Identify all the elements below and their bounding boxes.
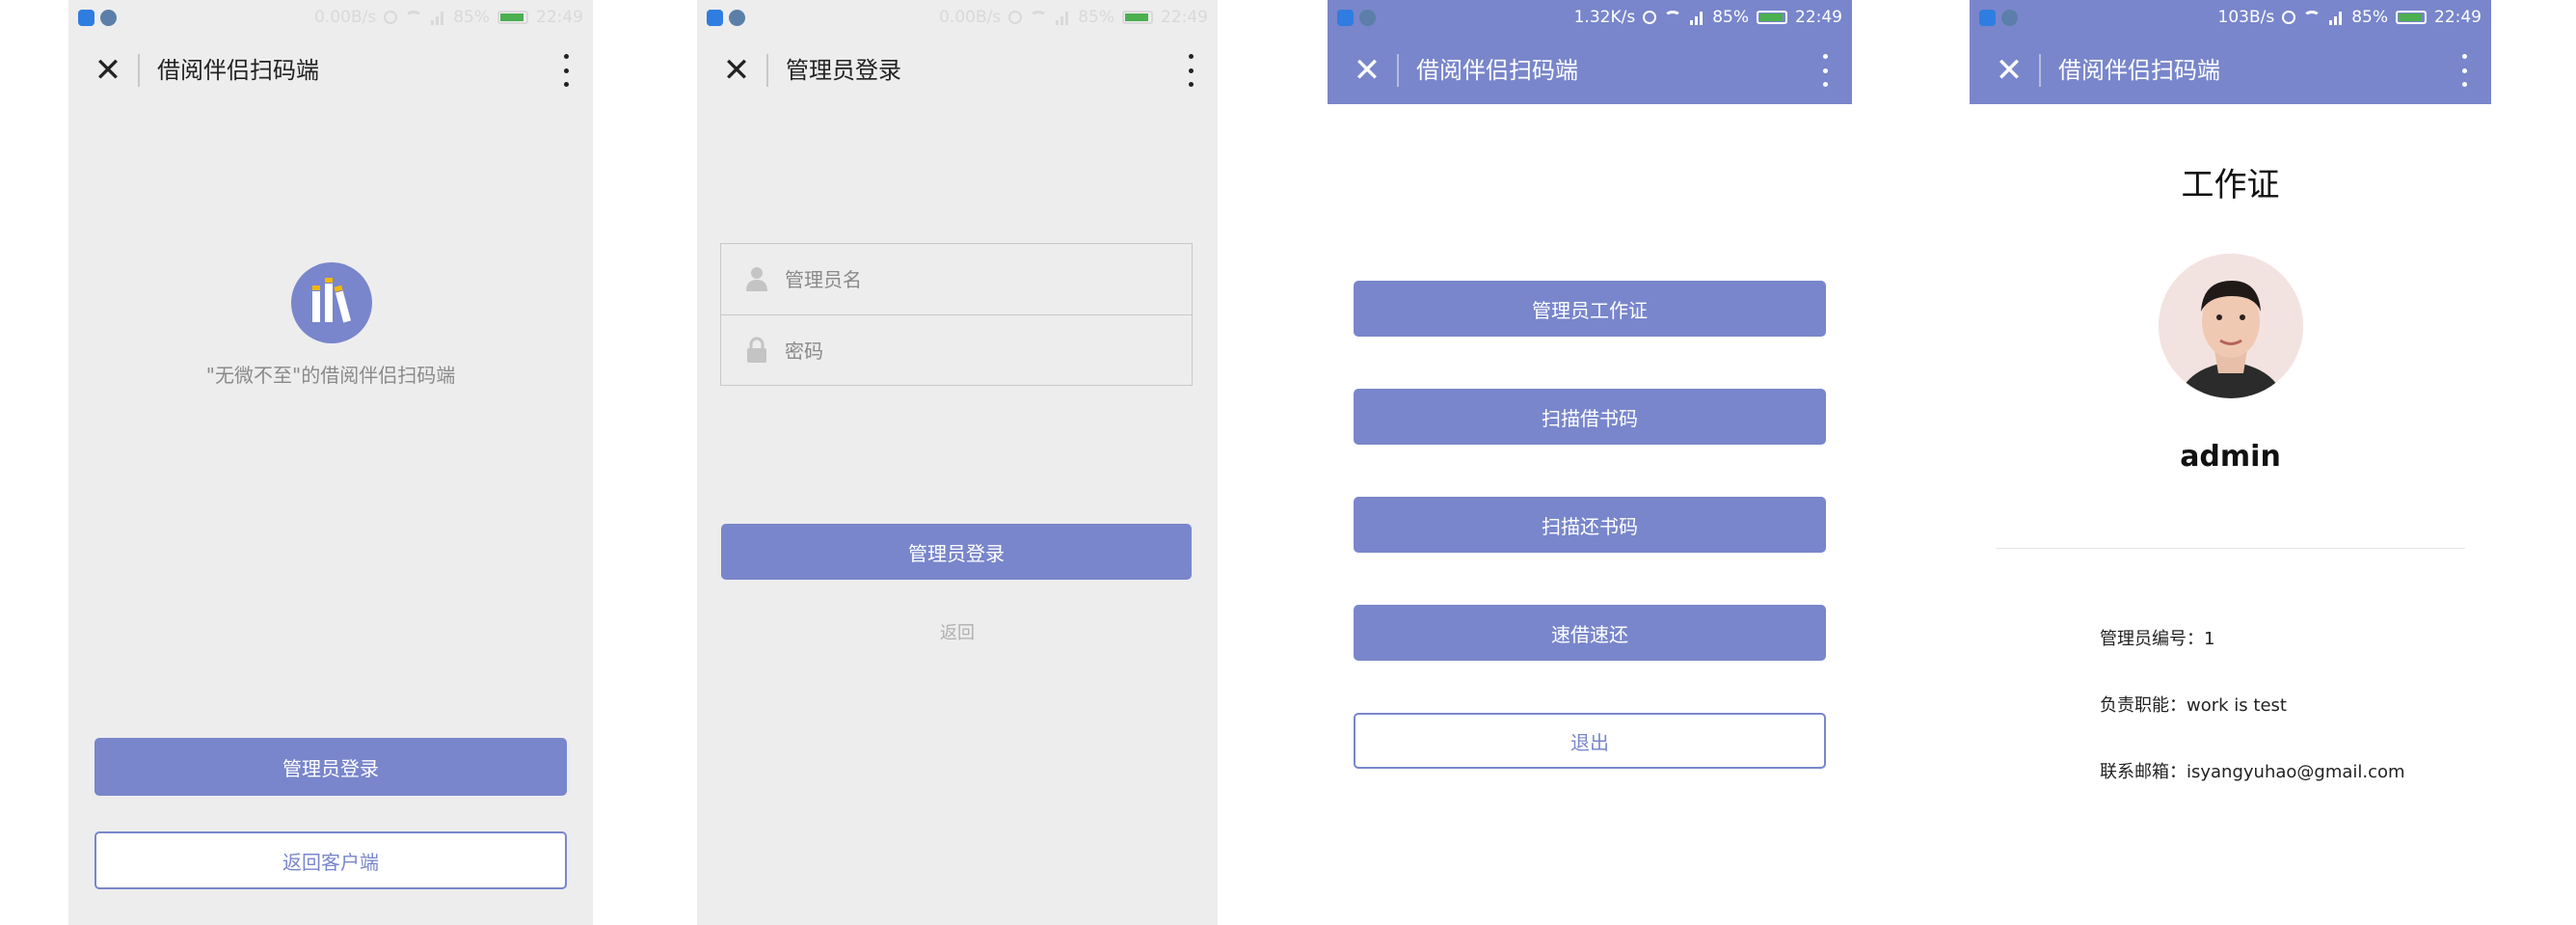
status-bar: 1.32K/s 85% 22:49 bbox=[1328, 0, 1852, 37]
alarm-icon bbox=[1008, 11, 1023, 24]
admin-id-label: 管理员编号： bbox=[2100, 629, 2204, 649]
page-title: 管理员登录 bbox=[786, 57, 901, 84]
network-speed: 103B/s bbox=[2217, 8, 2275, 27]
page-title: 借阅伴侣扫码端 bbox=[157, 57, 319, 84]
status-bar: 0.00B/s 85% 22:49 bbox=[697, 0, 1218, 37]
email-row: 联系邮箱：isyangyuhao@gmail.com bbox=[2100, 758, 2405, 783]
wifi-icon bbox=[405, 11, 423, 24]
close-icon[interactable]: ✕ bbox=[1995, 54, 2024, 87]
email-value: isyangyuhao@gmail.com bbox=[2187, 762, 2405, 782]
app-notification-icon bbox=[78, 10, 94, 26]
clock: 22:49 bbox=[2434, 8, 2482, 27]
network-speed: 0.00B/s bbox=[939, 8, 1002, 27]
screen-welcome: 0.00B/s 85% 22:49 ✕ 借阅伴侣扫码端 "无微不至"的借阅伴侣扫… bbox=[68, 0, 593, 925]
nav-divider bbox=[1397, 54, 1399, 87]
nav-divider bbox=[138, 54, 140, 87]
duty-row: 负责职能：work is test bbox=[2100, 692, 2287, 717]
network-speed: 1.32K/s bbox=[1573, 8, 1636, 27]
username: admin bbox=[2180, 440, 2281, 474]
status-bar: 103B/s 85% 22:49 bbox=[1970, 0, 2491, 37]
wifi-icon bbox=[1030, 11, 1048, 24]
app-notification-icon bbox=[1979, 10, 1996, 26]
back-link[interactable]: 返回 bbox=[697, 619, 1218, 644]
books-logo-icon bbox=[291, 262, 372, 343]
nav-divider bbox=[2039, 54, 2041, 87]
navbar: ✕ 管理员登录 bbox=[697, 37, 1218, 104]
close-icon[interactable]: ✕ bbox=[722, 54, 751, 87]
email-label: 联系邮箱： bbox=[2100, 762, 2187, 782]
user-icon bbox=[746, 265, 767, 292]
alarm-icon bbox=[384, 11, 398, 24]
screen-admin-login: 0.00B/s 85% 22:49 ✕ 管理员登录 管理员登录 返回 bbox=[697, 0, 1218, 925]
notification-icons bbox=[707, 10, 745, 26]
back-to-client-button[interactable]: 返回客户端 bbox=[94, 831, 567, 889]
admin-login-button[interactable]: 管理员登录 bbox=[94, 738, 567, 796]
notification-icons bbox=[1337, 10, 1376, 26]
notification-icons bbox=[78, 10, 117, 26]
clock: 22:49 bbox=[536, 8, 583, 27]
battery-percent: 85% bbox=[2351, 8, 2388, 27]
password-input[interactable] bbox=[783, 331, 1172, 371]
quick-borrow-return-button[interactable]: 速借速还 bbox=[1354, 605, 1826, 661]
app-notification-icon bbox=[1337, 10, 1354, 26]
password-row bbox=[721, 314, 1192, 386]
screen-work-badge: 103B/s 85% 22:49 ✕ 借阅伴侣扫码端 工作证 admin 管理员… bbox=[1970, 0, 2491, 925]
page-title: 借阅伴侣扫码端 bbox=[1416, 57, 1578, 84]
status-bar: 0.00B/s 85% 22:49 bbox=[68, 0, 593, 37]
duty-label: 负责职能： bbox=[2100, 695, 2187, 716]
wifi-icon bbox=[2303, 11, 2321, 24]
page-title: 借阅伴侣扫码端 bbox=[2058, 57, 2220, 84]
more-vertical-icon[interactable] bbox=[1187, 54, 1194, 87]
scan-return-code-button[interactable]: 扫描还书码 bbox=[1354, 497, 1826, 553]
username-row bbox=[721, 244, 1192, 314]
battery-icon bbox=[497, 11, 528, 24]
clock: 22:49 bbox=[1161, 8, 1208, 27]
navbar: ✕ 借阅伴侣扫码端 bbox=[1328, 37, 1852, 104]
navbar: ✕ 借阅伴侣扫码端 bbox=[68, 37, 593, 104]
lock-icon bbox=[746, 337, 767, 364]
app-notification-icon bbox=[707, 10, 723, 26]
notification-icons bbox=[1979, 10, 2018, 26]
navbar: ✕ 借阅伴侣扫码端 bbox=[1970, 37, 2491, 104]
more-vertical-icon[interactable] bbox=[562, 54, 570, 87]
battery-icon bbox=[1122, 11, 1153, 24]
admin-id-value: 1 bbox=[2204, 629, 2215, 649]
divider bbox=[1996, 548, 2465, 549]
scan-borrow-code-button[interactable]: 扫描借书码 bbox=[1354, 389, 1826, 445]
tagline: "无微不至"的借阅伴侣扫码端 bbox=[205, 364, 456, 387]
alarm-icon bbox=[1643, 11, 1657, 24]
clock: 22:49 bbox=[1795, 8, 1842, 27]
avatar bbox=[2159, 254, 2303, 398]
signal-icon bbox=[1055, 10, 1070, 25]
more-vertical-icon[interactable] bbox=[2460, 54, 2468, 87]
battery-icon bbox=[1757, 11, 1787, 24]
more-vertical-icon[interactable] bbox=[1821, 54, 1829, 87]
logout-button[interactable]: 退出 bbox=[1354, 713, 1826, 769]
card-title: 工作证 bbox=[2181, 166, 2280, 204]
app-notification-icon bbox=[2001, 10, 2018, 26]
battery-percent: 85% bbox=[1078, 8, 1114, 27]
app-notification-icon bbox=[1359, 10, 1376, 26]
admin-name-input[interactable] bbox=[783, 259, 1172, 300]
duty-value: work is test bbox=[2187, 695, 2287, 716]
screen-admin-menu: 1.32K/s 85% 22:49 ✕ 借阅伴侣扫码端 管理员工作证 扫描借书码… bbox=[1328, 0, 1852, 925]
app-notification-icon bbox=[100, 10, 117, 26]
battery-percent: 85% bbox=[453, 8, 490, 27]
wifi-icon bbox=[1664, 11, 1682, 24]
signal-icon bbox=[1689, 10, 1704, 25]
signal-icon bbox=[430, 10, 445, 25]
signal-icon bbox=[2328, 10, 2344, 25]
battery-percent: 85% bbox=[1712, 8, 1749, 27]
close-icon[interactable]: ✕ bbox=[1353, 54, 1382, 87]
admin-id-row: 管理员编号：1 bbox=[2100, 625, 2214, 650]
alarm-icon bbox=[2282, 11, 2296, 24]
admin-badge-button[interactable]: 管理员工作证 bbox=[1354, 281, 1826, 337]
admin-login-submit-button[interactable]: 管理员登录 bbox=[721, 524, 1192, 580]
nav-divider bbox=[766, 54, 768, 87]
close-icon[interactable]: ✕ bbox=[94, 54, 122, 87]
login-form bbox=[720, 243, 1193, 386]
battery-icon bbox=[2396, 11, 2427, 24]
network-speed: 0.00B/s bbox=[314, 8, 377, 27]
app-notification-icon bbox=[729, 10, 745, 26]
